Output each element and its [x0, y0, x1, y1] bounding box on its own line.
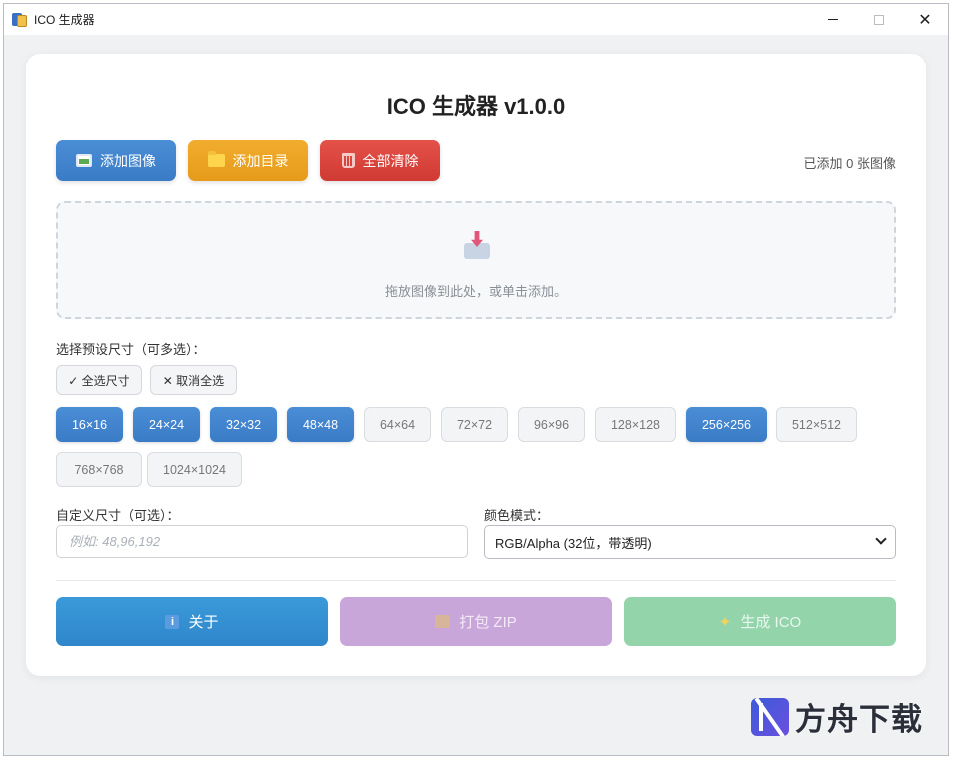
- chevron-down-icon: [875, 533, 887, 545]
- clear-all-button[interactable]: 全部清除: [320, 140, 440, 181]
- generate-ico-button[interactable]: ✦ 生成 ICO: [624, 597, 896, 646]
- color-mode-label: 颜色模式：: [484, 508, 550, 523]
- deselect-all-sizes-button[interactable]: ✕ 取消全选: [150, 365, 237, 395]
- drop-zone-hint: 拖放图像到此处，或单击添加。: [384, 284, 567, 299]
- maximize-button[interactable]: [856, 4, 902, 35]
- select-all-sizes-button[interactable]: ✓ 全选尺寸: [56, 365, 142, 395]
- custom-size-label: 自定义尺寸（可选）：: [56, 508, 180, 523]
- size-chip[interactable]: 24×24: [133, 407, 200, 442]
- main-card: ICO 生成器 v1.0.0 添加图像 添加目录 全部清除 已添加 0 张图像 …: [26, 54, 926, 676]
- close-icon: ✕: [918, 11, 932, 29]
- size-chip[interactable]: 72×72: [441, 407, 508, 442]
- minimize-icon: [828, 19, 838, 20]
- size-chip[interactable]: 32×32: [210, 407, 277, 442]
- size-chip[interactable]: 96×96: [518, 407, 585, 442]
- page-title: ICO 生成器 v1.0.0: [386, 94, 566, 119]
- about-button[interactable]: i 关于: [56, 597, 328, 646]
- color-mode-value: RGB/Alpha (32位，带透明): [495, 535, 652, 551]
- minimize-button[interactable]: [810, 4, 856, 35]
- size-chip[interactable]: 64×64: [364, 407, 431, 442]
- image-count: 已添加 0 张图像: [803, 156, 896, 171]
- add-directory-button[interactable]: 添加目录: [188, 140, 308, 181]
- generate-ico-label: 生成 ICO: [740, 614, 802, 631]
- add-image-label: 添加图像: [100, 152, 156, 169]
- add-image-button[interactable]: 添加图像: [56, 140, 176, 181]
- window-title: ICO 生成器: [34, 13, 95, 27]
- watermark: 方舟下载: [751, 694, 923, 739]
- size-chip[interactable]: 16×16: [56, 407, 123, 442]
- size-chip[interactable]: 1024×1024: [147, 452, 242, 487]
- add-directory-label: 添加目录: [232, 152, 289, 169]
- drop-zone[interactable]: 拖放图像到此处，或单击添加。: [56, 201, 896, 319]
- close-button[interactable]: ✕: [902, 4, 948, 35]
- folder-icon: [207, 151, 225, 167]
- size-chip[interactable]: 256×256: [686, 407, 767, 442]
- divider: [56, 580, 896, 581]
- custom-size-input[interactable]: [56, 525, 468, 558]
- size-chip[interactable]: 512×512: [776, 407, 857, 442]
- pack-zip-button[interactable]: 打包 ZIP: [340, 597, 612, 646]
- watermark-text: 方舟下载: [795, 702, 923, 737]
- maximize-icon: [874, 14, 884, 25]
- about-label: 关于: [188, 614, 219, 631]
- color-mode-select[interactable]: RGB/Alpha (32位，带透明): [484, 525, 896, 559]
- preset-sizes-label: 选择预设尺寸（可多选）：: [56, 342, 206, 357]
- title-bar: ICO 生成器 ✕: [4, 4, 948, 35]
- info-icon: i: [165, 614, 180, 629]
- image-icon: [76, 154, 92, 167]
- size-chip[interactable]: 128×128: [595, 407, 676, 442]
- size-chip[interactable]: 768×768: [56, 452, 142, 487]
- watermark-logo: [751, 697, 789, 736]
- pack-zip-label: 打包 ZIP: [459, 614, 517, 631]
- app-icon: [12, 12, 28, 28]
- trash-icon: [341, 153, 355, 168]
- package-icon: [435, 615, 451, 628]
- inbox-download-icon: [462, 229, 492, 263]
- app-window: ICO 生成器 ✕ ICO 生成器 v1.0.0 添加图像 添加目录 全部清除 …: [3, 3, 949, 756]
- window-controls: ✕: [810, 4, 948, 35]
- clear-all-label: 全部清除: [362, 152, 419, 169]
- size-chip[interactable]: 48×48: [287, 407, 354, 442]
- sparkles-icon: ✦: [718, 613, 732, 631]
